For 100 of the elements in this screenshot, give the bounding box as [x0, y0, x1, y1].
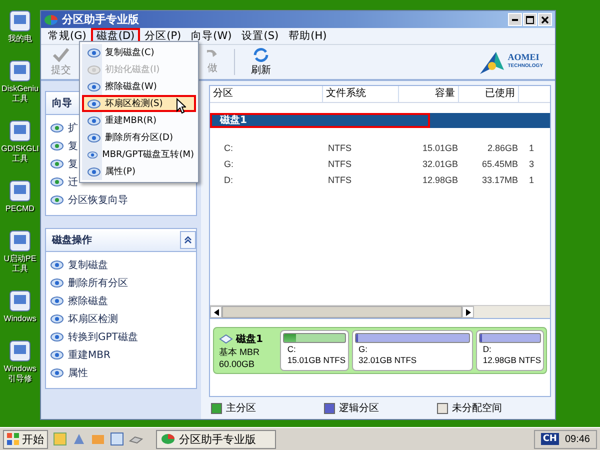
- close-button[interactable]: [538, 13, 552, 26]
- partition-info: 15.01GB NTFS: [286, 355, 346, 365]
- desktop-icon-label: DiskGeniu: [2, 84, 38, 94]
- disk-row[interactable]: 磁盘1: [210, 113, 550, 128]
- refresh-icon: [252, 47, 270, 63]
- table-cell-text: C:: [223, 143, 234, 153]
- disk-operation-icon: [50, 277, 64, 289]
- disk-operation-link[interactable]: 复制磁盘: [68, 258, 108, 272]
- partition-letter: C:: [286, 344, 297, 354]
- desktop-icon-label: GDISKGLI: [1, 144, 39, 154]
- clock: 09:46: [564, 434, 590, 444]
- disk-operation-link[interactable]: 转换到GPT磁盘: [68, 330, 138, 344]
- menu-item[interactable]: 设置(S): [236, 28, 284, 44]
- disk-wizard-icon[interactable]: [50, 140, 64, 152]
- start-button[interactable]: 开始: [3, 430, 48, 448]
- usage-bar: [283, 333, 346, 343]
- scroll-right-icon[interactable]: [466, 308, 470, 316]
- wizard-link[interactable]: 分区恢复向导: [68, 193, 128, 207]
- mouse-pointer-icon: [176, 98, 186, 114]
- chevron-icon: [184, 236, 192, 244]
- scroll-left-icon[interactable]: [214, 308, 218, 316]
- input-language-indicator[interactable]: CH: [540, 433, 559, 445]
- windows-logo-icon: [7, 433, 19, 445]
- desktop-icon-label: Windows: [4, 364, 36, 374]
- taskbar-task[interactable]: 分区助手专业版: [156, 430, 276, 448]
- disk-action-icon: [87, 98, 101, 110]
- menu-item[interactable]: 常规(G): [43, 28, 92, 44]
- legend-label: 逻辑分区: [339, 402, 379, 415]
- checkmark-icon: [52, 47, 70, 63]
- disk-operation-link[interactable]: 擦除磁盘: [68, 294, 108, 308]
- menu-option[interactable]: 擦除磁盘(W): [82, 78, 196, 95]
- partition-block[interactable]: C: 15.01GB NTFS: [280, 330, 348, 371]
- disk-operation-link[interactable]: 重建MBR: [68, 348, 110, 362]
- window-title: 分区助手专业版: [62, 12, 139, 27]
- desktop-icon-label: Windows: [4, 314, 36, 324]
- menu-option[interactable]: 复制磁盘(C): [82, 44, 196, 61]
- table-cell-text: 1: [528, 175, 535, 185]
- disk-size: 60.00GB: [219, 359, 256, 369]
- disk-action-icon: [87, 148, 98, 160]
- minimize-icon: [512, 18, 518, 20]
- desktop-app-icon[interactable]: [6, 178, 33, 204]
- collapse-button[interactable]: [180, 231, 196, 249]
- menu-item[interactable]: 分区(P): [140, 28, 186, 44]
- wizard-link[interactable]: 复: [68, 157, 78, 171]
- disk-operation-link[interactable]: 坏扇区检测: [68, 312, 118, 326]
- partition-block[interactable]: D: 12.98GB NTFS: [476, 330, 544, 371]
- disk-operation-icon: [50, 313, 64, 325]
- desktop-app-icon[interactable]: [6, 118, 33, 144]
- desktop-app-icon[interactable]: [7, 8, 33, 34]
- disk-wizard-icon[interactable]: [50, 194, 64, 206]
- table-cell-text: 2.86GB: [486, 143, 519, 153]
- disk-operation-link[interactable]: 删除所有分区: [68, 276, 128, 290]
- menu-item[interactable]: 向导(W): [186, 28, 237, 44]
- desktop-icon-label: 工具: [12, 94, 28, 104]
- column-header[interactable]: 容量: [399, 86, 459, 102]
- panel-title: 磁盘操作: [52, 234, 92, 247]
- desktop-icon-label: U启动PE: [4, 254, 36, 264]
- close-icon: [541, 16, 549, 24]
- disk-wizard-icon[interactable]: [50, 158, 64, 170]
- quick-launch-icon[interactable]: [72, 432, 86, 446]
- quick-launch-icon[interactable]: [110, 432, 124, 446]
- partition-info: 32.01GB NTFS: [358, 355, 418, 365]
- app-icon: [161, 433, 175, 445]
- menu-option[interactable]: 重建MBR(R): [82, 112, 196, 129]
- menu-option[interactable]: MBR/GPT磁盘互转(M): [82, 146, 196, 163]
- desktop-app-icon[interactable]: [7, 58, 33, 84]
- horizontal-scrollbar[interactable]: [210, 305, 550, 318]
- desktop-app-icon[interactable]: [6, 228, 33, 254]
- maximize-button[interactable]: [523, 13, 537, 26]
- disk-operation-icon: [50, 295, 64, 307]
- column-header[interactable]: 分区: [210, 86, 323, 102]
- partition-info: 12.98GB NTFS: [482, 355, 541, 365]
- wizard-link[interactable]: 迁: [68, 175, 78, 189]
- disk-card[interactable]: 磁盘1 基本 MBR 60.00GB C: 15.01GB NTFS G: 32.01GB NTFS D: 12.98GB NTFS: [213, 327, 547, 374]
- desktop-app-icon[interactable]: [6, 288, 33, 314]
- menu-option[interactable]: 坏扇区检测(S): [82, 95, 196, 112]
- table-cell-text: G:: [223, 159, 235, 169]
- column-header[interactable]: 已使用: [459, 86, 519, 102]
- menu-option[interactable]: 删除所有分区(D): [82, 129, 196, 146]
- table-cell-text: D:: [223, 175, 234, 185]
- disk-wizard-icon[interactable]: [50, 122, 64, 134]
- disk-wizard-icon[interactable]: [50, 176, 64, 188]
- table-cell-text: 65.45MB: [480, 159, 519, 169]
- disk-operation-link[interactable]: 属性: [68, 366, 88, 380]
- partition-block[interactable]: G: 32.01GB NTFS: [352, 330, 473, 371]
- disk-operation-icon: [50, 331, 64, 343]
- menu-item[interactable]: 帮助(H): [284, 28, 332, 44]
- column-header[interactable]: 文件系统: [323, 86, 399, 102]
- wizard-link[interactable]: 复: [68, 139, 78, 153]
- desktop-app-icon[interactable]: [6, 338, 33, 364]
- disk-operation-icon: [50, 349, 64, 361]
- wizard-link[interactable]: 扩: [68, 121, 78, 135]
- table-cell-text: 15.01GB: [421, 143, 459, 153]
- menu-option[interactable]: 属性(P): [82, 163, 196, 180]
- table-cell-text: 32.01GB: [421, 159, 459, 169]
- partition-letter: G:: [358, 344, 368, 354]
- table-cell-text: NTFS: [327, 143, 352, 153]
- minimize-button[interactable]: [508, 13, 522, 26]
- toolbar-button[interactable]: 刷新: [245, 47, 277, 77]
- desktop-icon-label: 我的电: [8, 34, 32, 44]
